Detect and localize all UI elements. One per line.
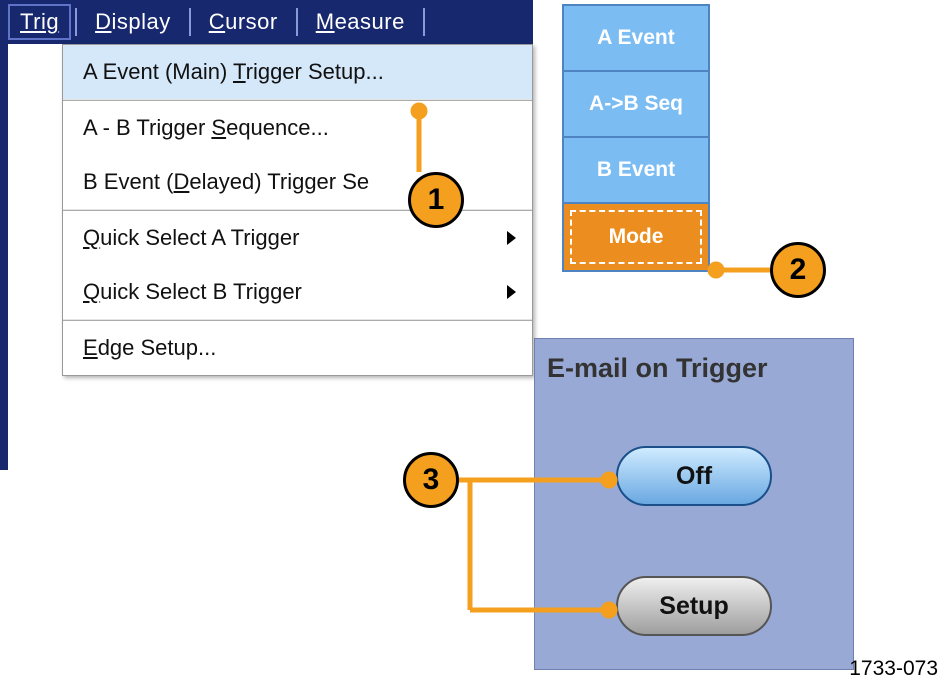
callout-number: 2 xyxy=(790,253,807,287)
submenu-arrow-icon xyxy=(507,285,516,299)
tab-a-event[interactable]: A Event xyxy=(564,6,708,72)
menu-trig-label: Trig xyxy=(20,9,59,35)
dropdown-item-label: Quick Select B Trigger xyxy=(83,279,302,304)
dropdown-item-ab-sequence[interactable]: A - B Trigger Sequence... xyxy=(63,101,532,155)
menu-separator xyxy=(423,8,425,36)
button-label: Off xyxy=(676,462,712,491)
menu-cursor-label: Cursor xyxy=(209,9,278,35)
dropdown-item-label: A - B Trigger Sequence... xyxy=(83,115,329,140)
dropdown-item-quick-b[interactable]: Quick Select B Trigger xyxy=(63,265,532,319)
tab-b-event[interactable]: B Event xyxy=(564,138,708,204)
menu-separator xyxy=(296,8,298,36)
dropdown-item-label: Edge Setup... xyxy=(83,335,216,360)
email-off-button[interactable]: Off xyxy=(616,446,772,506)
dropdown-item-quick-a[interactable]: Quick Select A Trigger xyxy=(63,211,532,265)
callout-3: 3 xyxy=(403,452,459,508)
dropdown-item-label: Quick Select A Trigger xyxy=(83,225,299,250)
trig-dropdown: A Event (Main) Trigger Setup... A - B Tr… xyxy=(62,44,533,376)
menu-trig[interactable]: Trig xyxy=(8,4,71,40)
callout-number: 1 xyxy=(428,183,445,217)
dropdown-item-label: B Event (Delayed) Trigger Se xyxy=(83,169,369,194)
panel-title: E-mail on Trigger xyxy=(535,339,853,384)
menu-cursor[interactable]: Cursor xyxy=(195,0,292,44)
callout-number: 3 xyxy=(423,463,440,497)
menu-measure[interactable]: Measure xyxy=(302,0,419,44)
menu-display[interactable]: Display xyxy=(81,0,185,44)
email-setup-button[interactable]: Setup xyxy=(616,576,772,636)
email-on-trigger-panel: E-mail on Trigger Off Setup xyxy=(534,338,854,670)
tab-ab-seq[interactable]: A->B Seq xyxy=(564,72,708,138)
submenu-arrow-icon xyxy=(507,231,516,245)
menu-separator xyxy=(189,8,191,36)
menu-separator xyxy=(75,8,77,36)
dropdown-item-a-event-setup[interactable]: A Event (Main) Trigger Setup... xyxy=(63,45,532,99)
dropdown-item-edge-setup[interactable]: Edge Setup... xyxy=(63,321,532,375)
button-label: Setup xyxy=(659,592,728,621)
menubar: Trig Display Cursor Measure xyxy=(0,0,533,44)
callout-1: 1 xyxy=(408,172,464,228)
dropdown-item-label: A Event (Main) Trigger Setup... xyxy=(83,59,384,84)
menu-measure-label: Measure xyxy=(316,9,405,35)
tab-label: B Event xyxy=(597,158,675,182)
figure-label: 1733-073 xyxy=(849,657,938,681)
trigger-tabstrip: A Event A->B Seq B Event Mode xyxy=(562,4,710,272)
tab-mode[interactable]: Mode xyxy=(564,204,708,270)
tab-label: A->B Seq xyxy=(589,92,683,116)
tab-label: A Event xyxy=(597,26,674,50)
callout-2: 2 xyxy=(770,242,826,298)
tab-label: Mode xyxy=(609,225,664,249)
menu-display-label: Display xyxy=(95,9,171,35)
